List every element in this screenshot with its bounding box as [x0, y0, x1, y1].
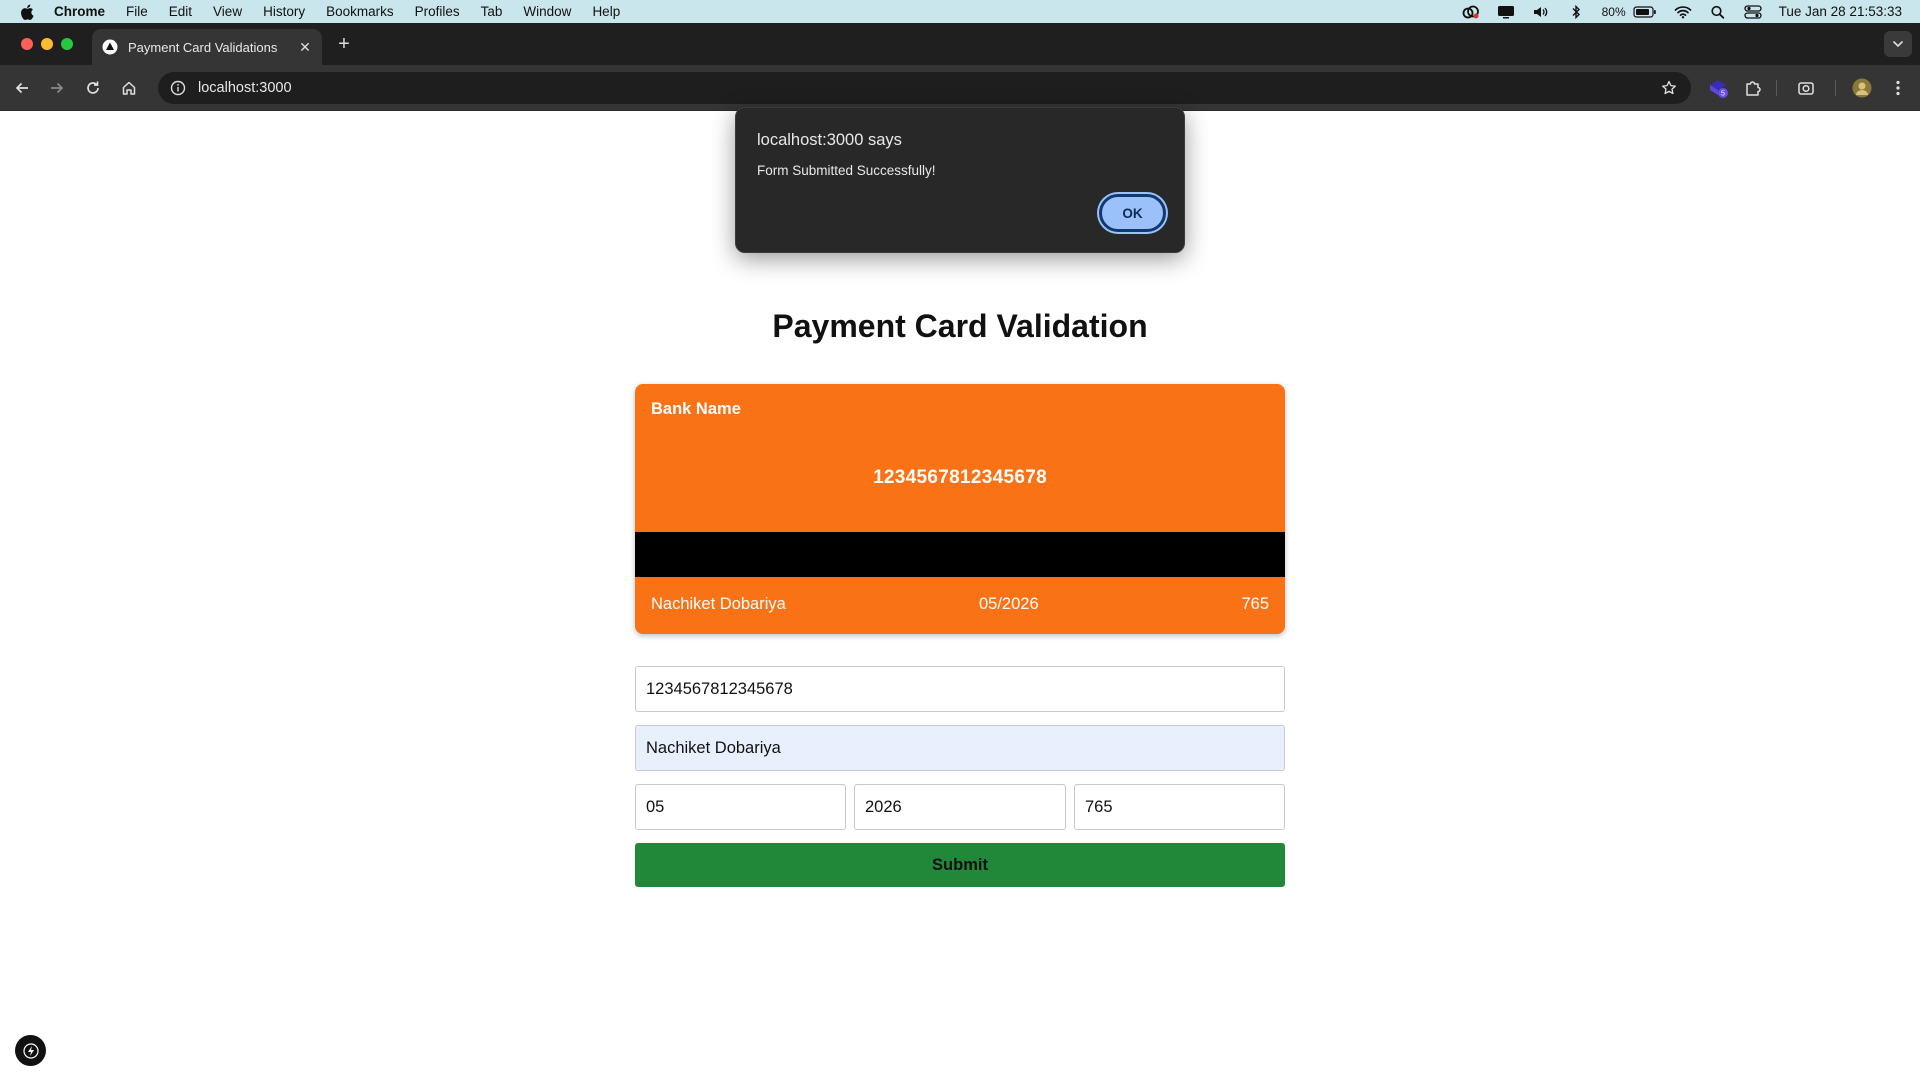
submit-button[interactable]: Submit	[635, 843, 1285, 887]
browser-tab-active[interactable]: Payment Card Validations ✕	[92, 29, 322, 65]
card-bank-name: Bank Name	[651, 400, 741, 418]
bluetooth-icon[interactable]	[1567, 4, 1585, 19]
window-zoom-button[interactable]	[61, 38, 73, 50]
new-tab-button[interactable]: +	[334, 34, 354, 55]
screenshot-button[interactable]	[1795, 77, 1817, 99]
page-title: Payment Card Validation	[772, 308, 1148, 344]
tab-title: Payment Card Validations	[128, 39, 278, 55]
address-bar[interactable]: localhost:3000	[158, 72, 1691, 104]
menu-file[interactable]: File	[126, 4, 148, 19]
creative-cloud-icon[interactable]	[1462, 5, 1480, 19]
window-minimize-button[interactable]	[41, 38, 53, 50]
menu-window[interactable]: Window	[523, 4, 571, 19]
browser-toolbar: localhost:3000 5	[0, 65, 1920, 111]
chrome-menu-button[interactable]	[1887, 77, 1909, 99]
camera-icon	[1798, 82, 1814, 95]
nextjs-favicon-icon	[102, 39, 118, 55]
card-cvv-display: 765	[1241, 595, 1269, 613]
menu-bookmarks[interactable]: Bookmarks	[326, 4, 394, 19]
toolbar-divider	[1776, 80, 1777, 96]
back-button[interactable]	[10, 76, 34, 100]
extension-icon: 5	[1710, 80, 1728, 98]
control-center-icon[interactable]	[1743, 4, 1762, 19]
menu-view[interactable]: View	[213, 4, 242, 19]
menubar-clock[interactable]: Tue Jan 28 21:53:33	[1779, 4, 1902, 19]
card-preview: Bank Name 1234567812345678 Nachiket Doba…	[635, 384, 1285, 634]
tab-search-button[interactable]	[1884, 31, 1912, 57]
web-page: Payment Card Validation Bank Name 123456…	[0, 111, 1920, 1080]
alert-message: Form Submitted Successfully!	[757, 163, 936, 178]
menu-tab[interactable]: Tab	[481, 4, 503, 19]
reload-button[interactable]	[81, 76, 105, 100]
bookmark-star-icon[interactable]	[1661, 80, 1677, 96]
home-button[interactable]	[117, 76, 141, 100]
alert-dialog: localhost:3000 says Form Submitted Succe…	[735, 107, 1185, 253]
arrow-left-icon	[15, 82, 28, 94]
menu-chrome[interactable]: Chrome	[54, 4, 105, 19]
lightning-icon	[22, 1042, 39, 1059]
card-expiry-display: 05/2026	[979, 595, 1039, 613]
window-close-button[interactable]	[21, 38, 33, 50]
menu-history[interactable]: History	[263, 4, 305, 19]
wifi-icon[interactable]	[1674, 5, 1692, 19]
browser-tab-strip: Payment Card Validations ✕ +	[0, 23, 1920, 65]
avatar-icon	[1852, 78, 1872, 98]
profile-button[interactable]	[1851, 77, 1873, 99]
extension-button[interactable]: 5	[1707, 77, 1729, 99]
extension-badge: 5	[1721, 91, 1725, 98]
toolbar-divider	[1835, 80, 1836, 96]
apple-icon[interactable]	[20, 3, 34, 20]
cvv-input[interactable]	[1074, 784, 1285, 830]
battery-icon[interactable]	[1633, 5, 1657, 19]
nextjs-dev-indicator[interactable]	[15, 1035, 46, 1066]
expiry-month-input[interactable]	[635, 784, 846, 830]
puzzle-icon	[1746, 81, 1761, 96]
site-info-icon[interactable]	[170, 80, 186, 96]
menu-edit[interactable]: Edit	[169, 4, 192, 19]
extensions-menu-button[interactable]	[1742, 77, 1764, 99]
chevron-down-icon	[1892, 40, 1904, 48]
tab-close-icon[interactable]: ✕	[296, 38, 314, 56]
menu-profiles[interactable]: Profiles	[415, 4, 460, 19]
more-vertical-icon	[1896, 80, 1900, 96]
alert-ok-button[interactable]: OK	[1099, 194, 1166, 232]
spotlight-icon[interactable]	[1709, 5, 1727, 19]
menu-help[interactable]: Help	[592, 4, 620, 19]
arrow-right-icon	[51, 82, 64, 94]
forward-button[interactable]	[45, 76, 69, 100]
card-magnetic-stripe	[635, 532, 1285, 577]
reload-icon	[87, 81, 99, 94]
expiry-year-input[interactable]	[854, 784, 1066, 830]
volume-icon[interactable]	[1532, 5, 1550, 19]
card-holder-display: Nachiket Dobariya	[651, 595, 786, 613]
alert-title: localhost:3000 says	[757, 131, 902, 149]
battery-percent: 80%	[1601, 4, 1626, 19]
macos-menu-bar: Chrome File Edit View History Bookmarks …	[0, 0, 1920, 23]
card-number-display: 1234567812345678	[873, 467, 1047, 488]
home-icon	[122, 81, 136, 95]
card-holder-input[interactable]	[635, 725, 1285, 771]
display-icon[interactable]	[1497, 5, 1515, 19]
card-number-input[interactable]	[635, 666, 1285, 712]
url-text: localhost:3000	[198, 80, 292, 96]
